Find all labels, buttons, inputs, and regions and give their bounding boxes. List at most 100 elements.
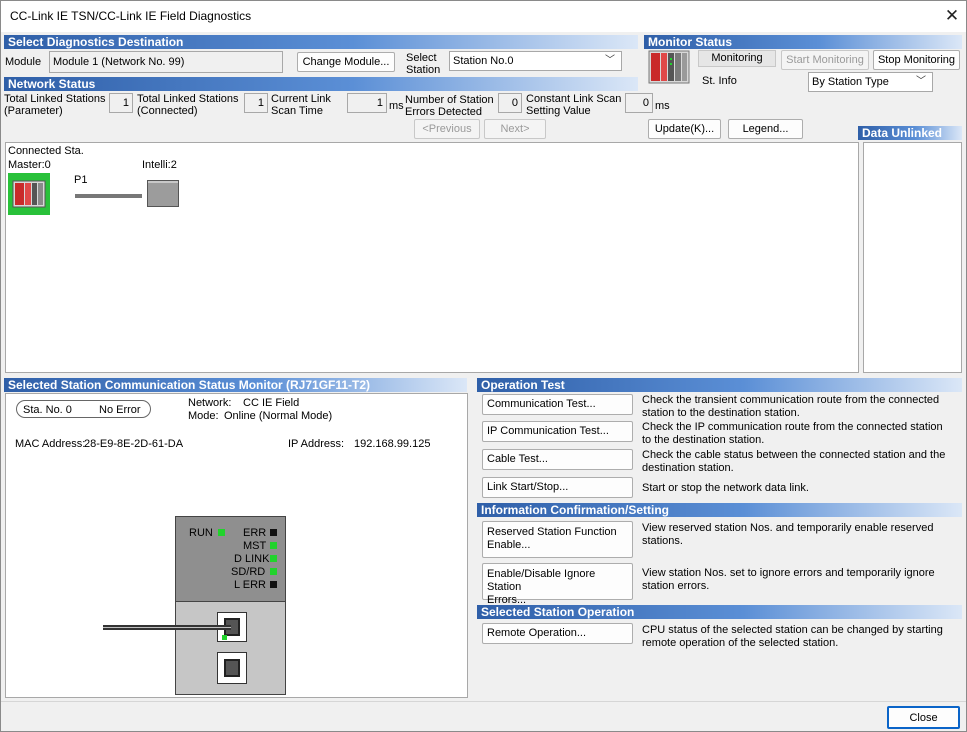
slave-station-label: Intelli:2 <box>142 159 177 171</box>
previous-button[interactable]: <Previous <box>414 119 480 139</box>
network-cable-line <box>75 194 142 198</box>
st-info-select[interactable]: By Station Type ﹀ <box>808 72 933 92</box>
comm-status-header: Selected Station Communication Status Mo… <box>4 378 467 392</box>
station-errors-label-1: Number of Station <box>405 94 494 106</box>
window-title: CC-Link IE TSN/CC-Link IE Field Diagnost… <box>10 9 252 23</box>
error-status: No Error <box>99 404 141 416</box>
st-info-label: St. Info <box>702 75 737 87</box>
ip-value: 192.168.99.125 <box>354 438 431 450</box>
cable-test-desc: Check the cable status between the conne… <box>642 449 946 474</box>
ethernet-cable-line <box>103 625 231 630</box>
total-linked-conn-label-2: (Connected) <box>137 105 198 117</box>
master-station-label: Master:0 <box>8 159 51 171</box>
select-station-label-2: Station <box>406 64 441 76</box>
next-button[interactable]: Next> <box>484 119 546 139</box>
remote-operation-button[interactable]: Remote Operation... <box>482 623 633 644</box>
err-led-label: ERR <box>243 527 267 539</box>
lerr-led <box>270 581 277 588</box>
reserved-station-desc: View reserved station Nos. and temporari… <box>642 522 934 547</box>
link-start-stop-button[interactable]: Link Start/Stop... <box>482 477 633 498</box>
chevron-down-icon: ﹀ <box>605 55 615 66</box>
update-button[interactable]: Update(K)... <box>648 119 721 139</box>
mac-label: MAC Address: <box>15 438 86 450</box>
station-select[interactable]: Station No.0 ﹀ <box>449 51 622 71</box>
constant-scan-label-1: Constant Link Scan <box>526 93 622 105</box>
link-scan-time-unit: ms <box>389 100 404 112</box>
diagnostics-window: CC-Link IE TSN/CC-Link IE Field Diagnost… <box>0 0 967 732</box>
start-monitoring-button[interactable]: Start Monitoring <box>781 50 869 70</box>
station-no: Sta. No. 0 <box>23 404 72 416</box>
link-scan-time-label-1: Current Link <box>271 93 331 105</box>
plc-status-icon <box>648 50 690 84</box>
mode-value: Online (Normal Mode) <box>224 410 333 422</box>
station-operation-header: Selected Station Operation <box>477 605 962 619</box>
select-destination-header: Select Diagnostics Destination <box>4 35 638 49</box>
run-led-label: RUN <box>189 527 213 539</box>
total-linked-param-label-2: (Parameter) <box>4 105 63 117</box>
total-linked-conn-value: 1 <box>244 93 268 113</box>
station-status-badge: Sta. No. 0 No Error <box>16 400 151 418</box>
station-errors-label-2: Errors Detected <box>405 106 483 118</box>
communication-test-desc: Check the transient communication route … <box>642 394 940 419</box>
ip-communication-test-desc: Check the IP communication route from th… <box>642 421 943 446</box>
sdrd-led-label: SD/RD <box>231 566 266 578</box>
st-info-select-value: By Station Type <box>812 76 889 88</box>
communication-test-button[interactable]: Communication Test... <box>482 394 633 415</box>
module-led-panel: RUN ERR MST D LINK SD/RD L ERR <box>175 516 286 602</box>
port-label: P1 <box>74 174 88 186</box>
slave-station-node[interactable] <box>147 180 179 207</box>
chevron-down-icon: ﹀ <box>916 76 926 87</box>
data-unlinked-header: Data Unlinked <box>858 126 962 140</box>
station-errors-value: 0 <box>498 93 522 113</box>
module-field: Module 1 (Network No. 99) <box>49 51 283 73</box>
err-led <box>270 529 277 536</box>
link-scan-time-value: 1 <box>347 93 387 113</box>
close-icon[interactable]: ✕ <box>939 5 965 27</box>
remote-operation-desc: CPU status of the selected station can b… <box>642 624 943 649</box>
connected-station-label: Connected Sta. <box>8 145 84 157</box>
link-scan-time-label-2: Scan Time <box>271 105 323 117</box>
network-status-header: Network Status <box>4 77 638 91</box>
constant-scan-value: 0 <box>625 93 653 113</box>
network-label: Network: <box>188 397 232 409</box>
info-confirmation-header: Information Confirmation/Setting <box>477 503 962 517</box>
close-button[interactable]: Close <box>887 706 960 729</box>
station-select-value: Station No.0 <box>453 55 514 67</box>
mode-label: Mode: <box>188 410 219 422</box>
cable-test-button[interactable]: Cable Test... <box>482 449 633 470</box>
dlink-led-label: D LINK <box>234 553 270 565</box>
total-linked-param-label-1: Total Linked Stations <box>4 93 106 105</box>
operation-test-header: Operation Test <box>477 378 962 392</box>
monitoring-state: Monitoring <box>698 50 776 67</box>
network-value: CC IE Field <box>243 397 300 409</box>
dlink-led <box>270 555 277 562</box>
port-2-icon <box>217 652 247 684</box>
monitor-status-header: Monitor Status <box>644 35 962 49</box>
data-unlinked-panel <box>863 142 962 373</box>
constant-scan-label-2: Setting Value <box>526 105 591 117</box>
comm-status-panel: Sta. No. 0 No Error Network: CC IE Field… <box>5 393 468 698</box>
mac-value: 28-E9-8E-2D-61-DA <box>84 438 184 450</box>
constant-scan-unit: ms <box>655 100 670 112</box>
ip-communication-test-button[interactable]: IP Communication Test... <box>482 421 633 442</box>
change-module-button[interactable]: Change Module... <box>297 52 395 72</box>
module-port-panel <box>175 602 286 695</box>
total-linked-param-value: 1 <box>109 93 133 113</box>
mst-led <box>270 542 277 549</box>
total-linked-conn-label-1: Total Linked Stations <box>137 93 239 105</box>
ip-label: IP Address: <box>288 438 345 450</box>
lerr-led-label: L ERR <box>234 579 266 591</box>
ignore-station-errors-button[interactable]: Enable/Disable Ignore Station Errors... <box>482 563 633 606</box>
title-bar: CC-Link IE TSN/CC-Link IE Field Diagnost… <box>1 1 966 32</box>
ignore-station-errors-desc: View station Nos. set to ignore errors a… <box>642 567 935 592</box>
select-station-label-1: Select <box>406 52 437 64</box>
module-label: Module <box>5 56 42 68</box>
legend-button[interactable]: Legend... <box>728 119 803 139</box>
master-station-node[interactable] <box>8 173 50 215</box>
network-topology-panel: Connected Sta. Master:0 Intelli:2 P1 <box>5 142 859 373</box>
link-start-stop-desc: Start or stop the network data link. <box>642 482 809 494</box>
stop-monitoring-button[interactable]: Stop Monitoring <box>873 50 960 70</box>
footer-bar <box>1 701 966 731</box>
mst-led-label: MST <box>243 540 267 552</box>
reserved-station-button[interactable]: Reserved Station Function Enable... <box>482 521 633 558</box>
